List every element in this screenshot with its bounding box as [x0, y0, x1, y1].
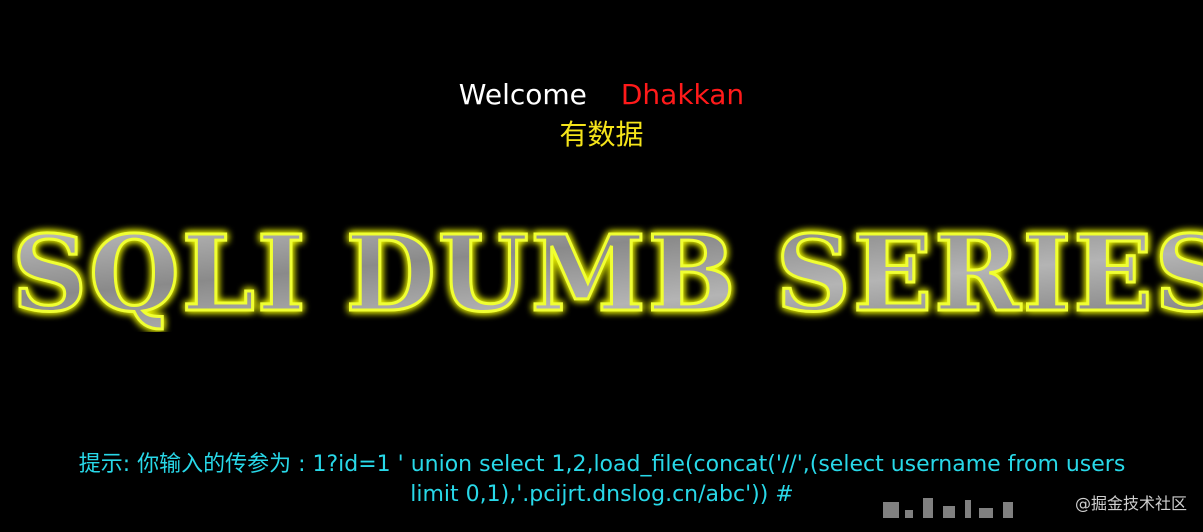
- welcome-label: Welcome: [458, 78, 587, 111]
- title-banner-image: SQLI DUMB SERIES-8: [12, 222, 1203, 332]
- query-status-text: 有数据: [559, 118, 644, 151]
- username-text: Dhakkan: [620, 78, 745, 111]
- watermark-blocks: [883, 492, 1043, 526]
- page-root: Welcome Dhakkan 有数据 SQLI DUMB SERIES 提示:…: [0, 0, 1203, 532]
- watermark-text: @掘金技术社区: [1074, 494, 1187, 513]
- watermark: @掘金技术社区: [1075, 490, 1187, 514]
- title-banner-svg: SQLI DUMB SERIES-8: [12, 222, 1203, 332]
- banner-text: SQLI DUMB SERIES-8: [12, 222, 1203, 332]
- welcome-line: Welcome Dhakkan: [0, 78, 1203, 112]
